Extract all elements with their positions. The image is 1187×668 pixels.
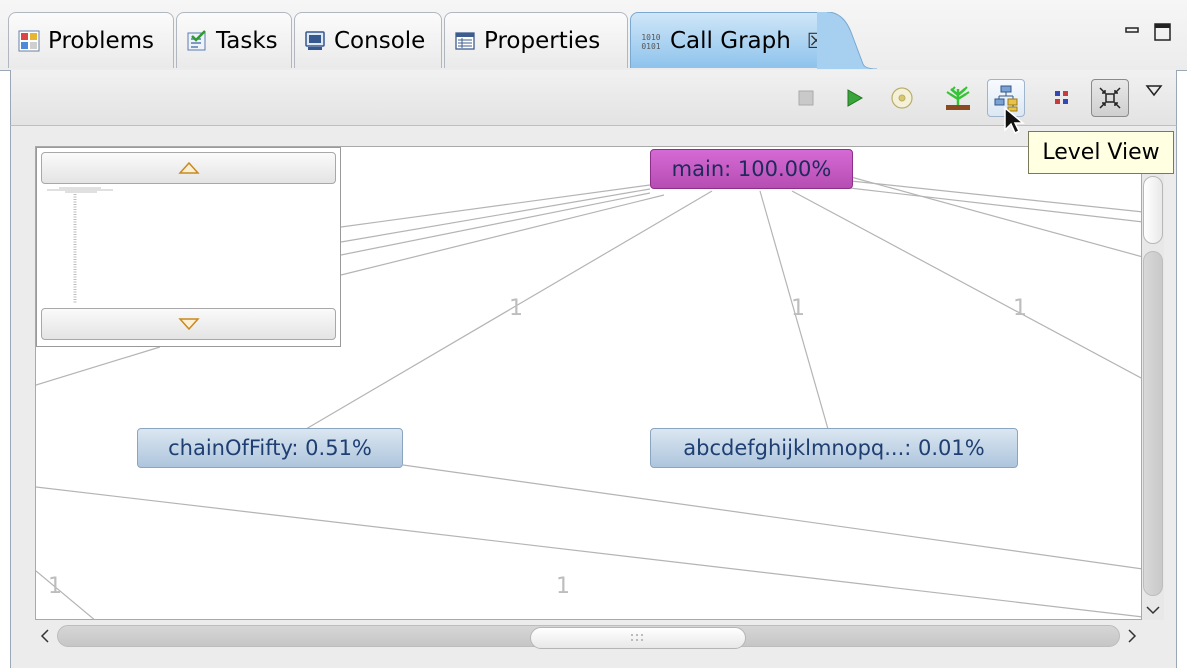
graph-canvas[interactable]: 11111 main: 100.00% chainOfFifty: 0.51% …	[35, 146, 1142, 620]
graph-edge	[340, 192, 651, 256]
edge-call-count-label: 1	[556, 574, 570, 599]
graph-edge	[36, 570, 95, 619]
view-menu-button[interactable]	[1135, 72, 1173, 110]
vertical-scroll-thumb[interactable]	[1143, 176, 1163, 244]
tab-properties[interactable]: Properties	[444, 12, 628, 68]
tooltip-text: Level View	[1042, 140, 1160, 165]
tab-call-graph-label: Call Graph	[670, 27, 791, 54]
scroll-down-button[interactable]	[1143, 600, 1163, 620]
horizontal-scroll-thumb[interactable]	[530, 627, 746, 649]
graph-edge	[36, 346, 161, 386]
graph-edge	[340, 188, 651, 243]
scroll-right-button[interactable]	[1122, 625, 1142, 647]
tab-problems[interactable]: Problems	[8, 12, 174, 68]
stop-icon	[798, 90, 814, 106]
tab-properties-label: Properties	[484, 27, 601, 54]
triangle-up-icon	[177, 161, 200, 174]
tab-bar: Problems Tasks Console Properties 1010 0…	[0, 0, 1187, 71]
disc-icon	[891, 87, 913, 109]
call-graph-icon: 1010 0101	[640, 30, 662, 52]
vertical-scroll-track[interactable]	[1143, 251, 1163, 596]
grip-icon	[631, 634, 643, 641]
graph-edge	[340, 194, 665, 276]
graph-edge	[791, 190, 1141, 379]
node-main[interactable]: main: 100.00%	[650, 149, 853, 189]
node-abcdefghijklmnopq[interactable]: abcdefghijklmnopq...: 0.01%	[650, 428, 1018, 468]
view-toolbar	[10, 70, 1177, 126]
radial-view-button[interactable]	[1043, 79, 1081, 117]
maximize-button[interactable]	[1154, 22, 1172, 47]
overview-thumbnail	[47, 187, 113, 304]
tab-tasks-label: Tasks	[216, 27, 278, 54]
console-icon	[304, 30, 326, 52]
fit-view-button[interactable]	[1091, 79, 1129, 117]
tasks-icon	[186, 29, 208, 52]
chevron-right-icon	[1128, 629, 1137, 643]
node-chain-of-fifty[interactable]: chainOfFifty: 0.51%	[137, 428, 403, 468]
edge-call-count-label: 1	[1013, 296, 1027, 321]
horizontal-scroll-track[interactable]	[57, 625, 1120, 649]
node-main-label: main: 100.00%	[671, 157, 832, 181]
graph-area: 11111 main: 100.00% chainOfFifty: 0.51% …	[10, 126, 1177, 668]
graph-edge	[402, 464, 1141, 570]
stop-button[interactable]	[787, 79, 825, 117]
graph-edge	[340, 184, 651, 228]
vertical-scrollbar[interactable]	[1142, 146, 1164, 620]
graph-edge	[850, 180, 1141, 213]
problems-icon	[18, 30, 40, 52]
graph-edge	[36, 486, 1141, 618]
edge-call-count-label: 1	[509, 296, 523, 321]
graph-edge	[840, 186, 1141, 223]
mouse-pointer-icon	[1004, 106, 1025, 135]
horizontal-scrollbar[interactable]	[35, 624, 1142, 649]
chevron-down-icon	[1145, 85, 1163, 97]
refresh-button[interactable]	[883, 79, 921, 117]
node-abc-label: abcdefghijklmnopq...: 0.01%	[683, 436, 985, 460]
svg-text:1010: 1010	[641, 33, 660, 42]
level-view-tooltip: Level View	[1028, 131, 1174, 174]
overview-up-button[interactable]	[41, 152, 336, 184]
svg-text:0101: 0101	[641, 42, 660, 51]
triangle-down-icon	[177, 318, 200, 331]
play-icon	[847, 89, 864, 107]
tab-curve	[817, 12, 877, 69]
edge-call-count-label: 1	[48, 574, 62, 599]
call-graph-view: Problems Tasks Console Properties 1010 0…	[0, 0, 1187, 668]
edge-call-count-label: 1	[791, 296, 805, 321]
tab-call-graph[interactable]: 1010 0101 Call Graph ☒	[630, 12, 877, 69]
fit-icon	[1099, 87, 1121, 109]
dots-icon	[1055, 91, 1068, 104]
tab-tasks[interactable]: Tasks	[176, 12, 292, 68]
tab-problems-label: Problems	[48, 27, 155, 54]
minimize-button[interactable]	[1124, 22, 1140, 44]
run-button[interactable]	[835, 79, 873, 117]
chevron-left-icon	[40, 629, 49, 643]
tree-icon	[946, 86, 970, 110]
properties-icon	[454, 30, 476, 52]
tab-console[interactable]: Console	[294, 12, 442, 68]
graph-overview	[36, 147, 341, 347]
overview-down-button[interactable]	[41, 308, 336, 340]
node-chain-label: chainOfFifty: 0.51%	[168, 436, 372, 460]
tree-view-button[interactable]	[939, 79, 977, 117]
scroll-left-button[interactable]	[35, 625, 55, 647]
chevron-down-icon	[1146, 606, 1160, 615]
tab-console-label: Console	[334, 27, 426, 54]
